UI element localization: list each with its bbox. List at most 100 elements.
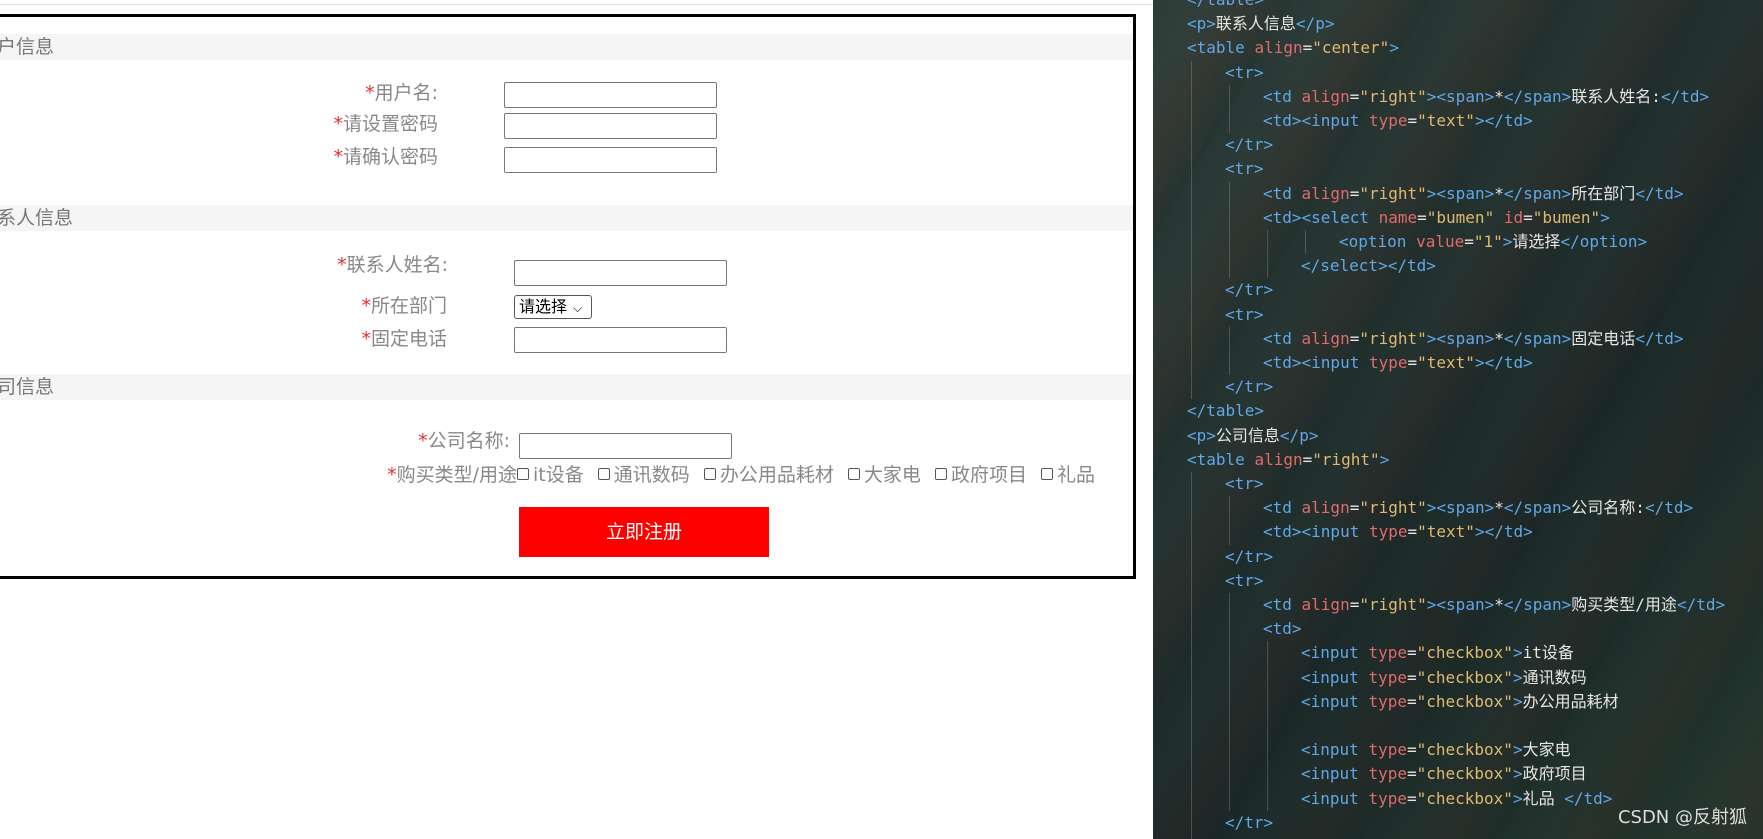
indent-guide <box>1229 617 1230 642</box>
code-token: <tr> <box>1225 159 1264 179</box>
code-token: "right" <box>1359 86 1427 106</box>
checkbox-government[interactable] <box>934 467 947 480</box>
code-line: <td align="right"><span>*</span>购买类型/用途<… <box>1263 593 1725 617</box>
checkbox-label: 大家电 <box>863 464 921 486</box>
code-line: <tr> <box>1225 157 1264 181</box>
username-label-text: 用户名: <box>374 82 438 104</box>
code-token: = <box>1302 449 1313 469</box>
phone-label-text: 固定电话 <box>370 328 447 350</box>
code-token: 大家电 <box>1522 740 1571 760</box>
code-token: <td> <box>1263 619 1302 639</box>
code-token: <input <box>1301 643 1369 663</box>
code-token: <td><input <box>1263 522 1369 542</box>
code-line: <tr> <box>1225 303 1264 327</box>
indent-guide <box>1229 714 1230 739</box>
code-line: </tr> <box>1225 375 1273 399</box>
company-name-input[interactable] <box>519 433 732 459</box>
indent-guide <box>1191 157 1192 182</box>
checkbox-it-equipment[interactable] <box>517 467 529 480</box>
code-token: "1" <box>1473 232 1503 251</box>
department-label: *所在部门 <box>361 293 447 319</box>
required-mark: * <box>365 82 375 104</box>
code-token: 请选择 <box>1512 232 1561 251</box>
code-token: * <box>1494 498 1504 518</box>
page-top-divider <box>0 4 1153 5</box>
indent-guide <box>1191 326 1192 351</box>
code-token: "right" <box>1359 595 1427 614</box>
indent-guide <box>1191 714 1192 739</box>
code-token: "checkbox" <box>1416 643 1513 663</box>
code-token: "checkbox" <box>1416 691 1513 711</box>
required-mark: * <box>333 113 343 135</box>
phone-input[interactable] <box>514 327 727 353</box>
code-token: </option> <box>1560 232 1648 251</box>
code-token: type <box>1368 740 1407 760</box>
code-token: > <box>1502 232 1513 251</box>
code-token: align <box>1301 86 1350 106</box>
code-token: <td <box>1263 86 1302 106</box>
indent-guide <box>1229 738 1230 763</box>
code-token: "right" <box>1359 498 1427 518</box>
code-token: <p> <box>1187 14 1216 34</box>
code-token: id <box>1503 207 1524 227</box>
indent-guide <box>1267 714 1268 739</box>
contact-name-input[interactable] <box>514 260 727 286</box>
checkbox-label: 通讯数码 <box>613 464 690 486</box>
indent-guide <box>1229 689 1230 714</box>
code-token: 通讯数码 <box>1522 667 1587 687</box>
code-token: <tr> <box>1225 570 1264 590</box>
purchase-type-checkboxes: it设备 通讯数码 办公用品耗材 大家电 政府项目 礼品 <box>517 462 1095 488</box>
checkbox-appliances[interactable] <box>847 467 860 480</box>
code-token: = <box>1406 740 1417 760</box>
checkbox-office-supplies[interactable] <box>703 467 716 480</box>
indent-guide <box>1191 835 1192 839</box>
code-line: <td><input type="text"></td> <box>1263 351 1533 375</box>
code-token: </table> <box>1187 0 1264 9</box>
code-line: </table> <box>1187 399 1264 423</box>
code-token: > <box>1512 788 1523 808</box>
department-select[interactable]: 请选择 ⌵ <box>514 295 592 319</box>
code-token: 购买类型/用途 <box>1571 595 1677 614</box>
code-token: type <box>1368 788 1407 808</box>
code-token: "bumen" <box>1426 207 1495 227</box>
indent-guide <box>1229 665 1230 690</box>
code-token: 联系人姓名: <box>1571 86 1661 106</box>
indent-guide <box>1229 786 1230 811</box>
code-token: </td> <box>1564 788 1613 808</box>
indent-guide <box>1229 181 1230 206</box>
code-token: > <box>1512 764 1523 784</box>
code-token: = <box>1407 111 1418 130</box>
confirm-password-input[interactable] <box>504 147 717 173</box>
password-input[interactable] <box>504 113 717 139</box>
code-token: </tr> <box>1225 280 1274 300</box>
code-token: = <box>1464 232 1474 251</box>
username-label: *用户名: <box>365 80 438 106</box>
code-token: = <box>1349 328 1360 348</box>
code-token: type <box>1368 353 1408 372</box>
code-token: 联系人信息 <box>1215 14 1296 34</box>
code-token: = <box>1407 522 1418 542</box>
code-token: <input <box>1301 740 1369 760</box>
code-token: </td> <box>1676 595 1726 614</box>
checkbox-telecom-digital[interactable] <box>597 467 610 480</box>
register-button[interactable]: 立即注册 <box>519 507 769 557</box>
indent-guide <box>1267 254 1268 279</box>
code-token: <p> <box>1187 425 1216 445</box>
code-token: > <box>1512 740 1523 760</box>
indent-guide <box>1191 810 1192 835</box>
checkbox-gifts[interactable] <box>1041 467 1054 480</box>
confirm-password-label-text: 请确认密码 <box>342 146 438 168</box>
code-line: <td><select name="bumen" id="bumen"> <box>1263 206 1610 230</box>
code-token: * <box>1494 86 1504 106</box>
code-token: ><span> <box>1426 183 1495 203</box>
indent-guide <box>1229 520 1230 545</box>
section-user-info-title: 户信息 <box>0 36 55 58</box>
code-line: <td align="right"><span>*</span>公司名称:</t… <box>1263 496 1693 520</box>
code-token: </td> <box>1644 498 1694 518</box>
department-label-text: 所在部门 <box>370 295 447 317</box>
code-line: <input type="checkbox">政府项目 <box>1301 762 1587 786</box>
code-token: = <box>1406 667 1417 687</box>
username-input[interactable] <box>504 82 717 108</box>
code-token: align <box>1254 449 1303 469</box>
code-token: </select></td> <box>1301 256 1436 276</box>
